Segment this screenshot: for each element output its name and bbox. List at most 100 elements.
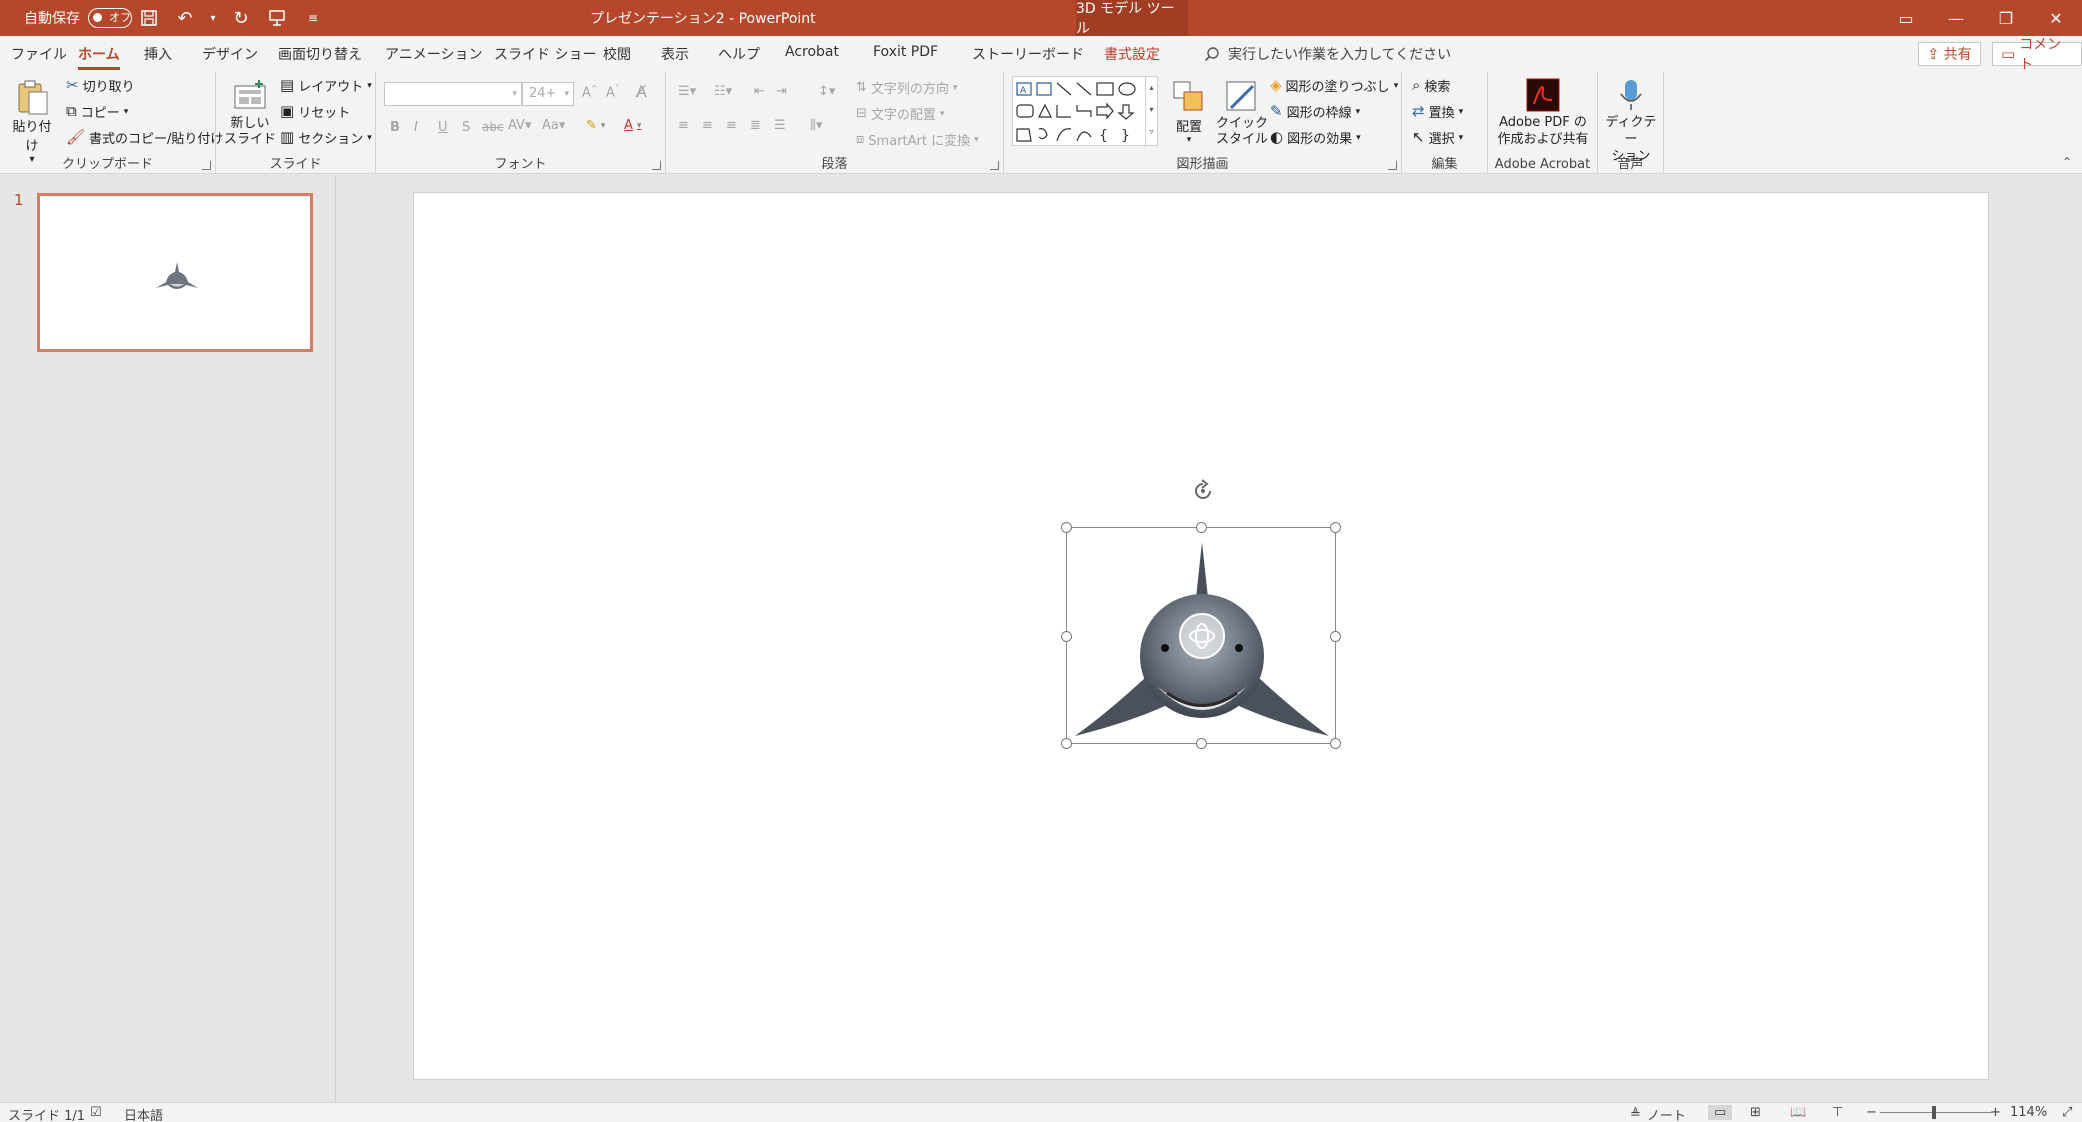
find-button[interactable]: ⌕ 検索 bbox=[1412, 76, 1450, 96]
bullets-icon[interactable]: ☰▾ bbox=[678, 84, 696, 99]
clipboard-launcher-icon[interactable] bbox=[202, 161, 211, 170]
share-button[interactable]: ⇪ 共有 bbox=[1918, 42, 1981, 66]
font-size-combo[interactable]: 24+ ▾ bbox=[522, 82, 574, 106]
tab-insert[interactable]: 挿入 bbox=[144, 44, 172, 64]
format-painter-button[interactable]: 🖌 書式のコピー/貼り付け bbox=[66, 128, 223, 148]
undo-icon[interactable]: ↶ bbox=[172, 5, 198, 31]
shapes-gallery-scroll[interactable]: ▴ ▾ ▿ bbox=[1145, 77, 1157, 147]
language-indicator[interactable]: 日本語 bbox=[124, 1105, 163, 1122]
arrange-button[interactable]: 配置 ▾ bbox=[1168, 78, 1210, 145]
autosave[interactable]: 自動保存 オフ bbox=[24, 0, 132, 36]
columns-icon[interactable]: ⫼▾ bbox=[810, 118, 823, 133]
save-icon[interactable] bbox=[136, 5, 162, 31]
clear-formatting-icon[interactable]: A̸ bbox=[636, 82, 647, 101]
shape-fill-button[interactable]: ◈ 図形の塗りつぶし ▾ bbox=[1270, 76, 1398, 96]
undo-dropdown-icon[interactable]: ▾ bbox=[208, 5, 218, 31]
font-launcher-icon[interactable] bbox=[652, 161, 661, 170]
zoom-out-button[interactable]: − bbox=[1866, 1105, 1877, 1120]
font-name-combo[interactable]: ▾ bbox=[384, 82, 522, 106]
3d-model-selection[interactable] bbox=[1061, 522, 1341, 749]
tab-view[interactable]: 表示 bbox=[661, 44, 689, 64]
redo-icon[interactable]: ↻ bbox=[228, 5, 254, 31]
tab-home[interactable]: ホーム bbox=[78, 44, 120, 70]
align-right-icon[interactable]: ≡ bbox=[726, 118, 737, 133]
rotate-handle-icon[interactable] bbox=[1190, 478, 1216, 504]
section-button[interactable]: ▥ セクション ▾ bbox=[280, 128, 372, 148]
text-direction-button[interactable]: ⇅ 文字列の方向 ▾ bbox=[856, 78, 957, 97]
tab-storyboard[interactable]: ストーリーボード bbox=[972, 44, 1084, 64]
minimize-icon[interactable]: — bbox=[1932, 0, 1980, 36]
drawing-launcher-icon[interactable] bbox=[1388, 161, 1397, 170]
decrease-indent-icon[interactable]: ⇤ bbox=[754, 84, 765, 99]
layout-button[interactable]: ▤ レイアウト ▾ bbox=[280, 76, 372, 96]
tab-design[interactable]: デザイン bbox=[202, 44, 258, 64]
grow-font-button[interactable]: A^ bbox=[582, 84, 598, 100]
resize-handle-s[interactable] bbox=[1196, 738, 1207, 749]
quick-styles-button[interactable]: クイック スタイル bbox=[1216, 78, 1268, 148]
zoom-slider-thumb[interactable] bbox=[1932, 1106, 1936, 1119]
autosave-toggle[interactable]: オフ bbox=[88, 8, 132, 28]
slide-thumbnail[interactable] bbox=[37, 193, 313, 352]
shrink-font-button[interactable]: Aˇ bbox=[606, 84, 619, 100]
highlight-color-icon[interactable]: ✎ ▾ bbox=[586, 118, 605, 133]
tab-animations[interactable]: アニメーション bbox=[385, 44, 482, 64]
char-spacing-icon[interactable]: AV▾ bbox=[508, 118, 531, 133]
tab-acrobat[interactable]: Acrobat bbox=[785, 44, 839, 60]
close-icon[interactable]: ✕ bbox=[2032, 0, 2080, 36]
fit-to-window-icon[interactable]: ⤢ bbox=[2062, 1105, 2072, 1120]
customize-qat-icon[interactable]: ≡ bbox=[300, 5, 326, 31]
shape-outline-button[interactable]: ✎ 図形の枠線 ▾ bbox=[1270, 102, 1360, 122]
new-slide-button[interactable]: 新しい スライド bbox=[224, 78, 276, 148]
shapes-gallery[interactable]: A { } ▴ ▾ ▿ bbox=[1012, 76, 1158, 147]
tab-slideshow[interactable]: スライド ショー bbox=[494, 44, 596, 64]
line-spacing-icon[interactable]: ↕▾ bbox=[818, 84, 835, 99]
align-left-icon[interactable]: ≡ bbox=[678, 118, 689, 133]
cut-button[interactable]: ✂ 切り取り bbox=[66, 76, 135, 96]
replace-button[interactable]: ⇄ 置換 ▾ bbox=[1412, 102, 1463, 122]
zoom-in-button[interactable]: + bbox=[1990, 1105, 2001, 1120]
start-slideshow-icon[interactable] bbox=[264, 5, 290, 31]
align-center-icon[interactable]: ≡ bbox=[702, 118, 713, 133]
zoom-slider[interactable] bbox=[1880, 1106, 1992, 1119]
font-color-icon[interactable]: A ▾ bbox=[624, 118, 641, 133]
distributed-icon[interactable]: ☰ bbox=[774, 118, 786, 133]
change-case-icon[interactable]: Aa▾ bbox=[542, 118, 565, 133]
tab-foxit-pdf[interactable]: Foxit PDF bbox=[873, 44, 938, 60]
resize-handle-sw[interactable] bbox=[1061, 738, 1072, 749]
copy-button[interactable]: ⧉ コピー ▾ bbox=[66, 102, 129, 122]
copy-dropdown-icon[interactable]: ▾ bbox=[124, 107, 129, 117]
tab-help[interactable]: ヘルプ bbox=[718, 44, 760, 64]
normal-view-icon[interactable]: ▭ bbox=[1708, 1105, 1733, 1120]
italic-button[interactable]: I bbox=[414, 120, 418, 135]
dictate-button[interactable]: ディクテー ション bbox=[1600, 76, 1662, 165]
align-text-button[interactable]: ⊟ 文字の配置 ▾ bbox=[856, 104, 944, 123]
notes-button[interactable]: ≜ ノート bbox=[1630, 1105, 1686, 1122]
reset-button[interactable]: ▣ リセット bbox=[280, 102, 350, 122]
tab-file[interactable]: ファイル bbox=[11, 44, 67, 64]
paste-button[interactable]: 貼り付け ▾ bbox=[8, 78, 56, 165]
shape-effects-button[interactable]: ◐ 図形の効果 ▾ bbox=[1270, 128, 1361, 148]
select-button[interactable]: ↖ 選択 ▾ bbox=[1412, 128, 1463, 148]
slideshow-view-icon[interactable]: ⊤ bbox=[1832, 1105, 1843, 1120]
slide-sorter-view-icon[interactable]: ⊞ bbox=[1750, 1105, 1761, 1120]
reading-view-icon[interactable]: 📖 bbox=[1790, 1105, 1806, 1120]
tab-format[interactable]: 書式設定 bbox=[1104, 44, 1160, 64]
tab-transitions[interactable]: 画面切り替え bbox=[278, 44, 362, 64]
shadow-button[interactable]: S bbox=[462, 120, 470, 135]
smartart-button[interactable]: ⧈ SmartArt に変換 ▾ bbox=[856, 130, 979, 149]
increase-indent-icon[interactable]: ⇥ bbox=[776, 84, 787, 99]
paragraph-launcher-icon[interactable] bbox=[990, 161, 999, 170]
resize-handle-se[interactable] bbox=[1330, 738, 1341, 749]
strikethrough-button[interactable]: abc bbox=[482, 120, 504, 134]
collapse-ribbon-icon[interactable]: ⌃ bbox=[2062, 155, 2072, 169]
bold-button[interactable]: B bbox=[390, 120, 400, 135]
resize-handle-nw[interactable] bbox=[1061, 522, 1072, 533]
resize-handle-e[interactable] bbox=[1330, 631, 1341, 642]
tab-review[interactable]: 校閲 bbox=[603, 44, 631, 64]
spellcheck-icon[interactable]: ☑ bbox=[90, 1105, 102, 1120]
resize-handle-n[interactable] bbox=[1196, 522, 1207, 533]
resize-handle-w[interactable] bbox=[1061, 631, 1072, 642]
underline-button[interactable]: U bbox=[438, 120, 448, 135]
restore-icon[interactable]: ❐ bbox=[1982, 0, 2030, 36]
zoom-level[interactable]: 114% bbox=[2010, 1105, 2047, 1120]
